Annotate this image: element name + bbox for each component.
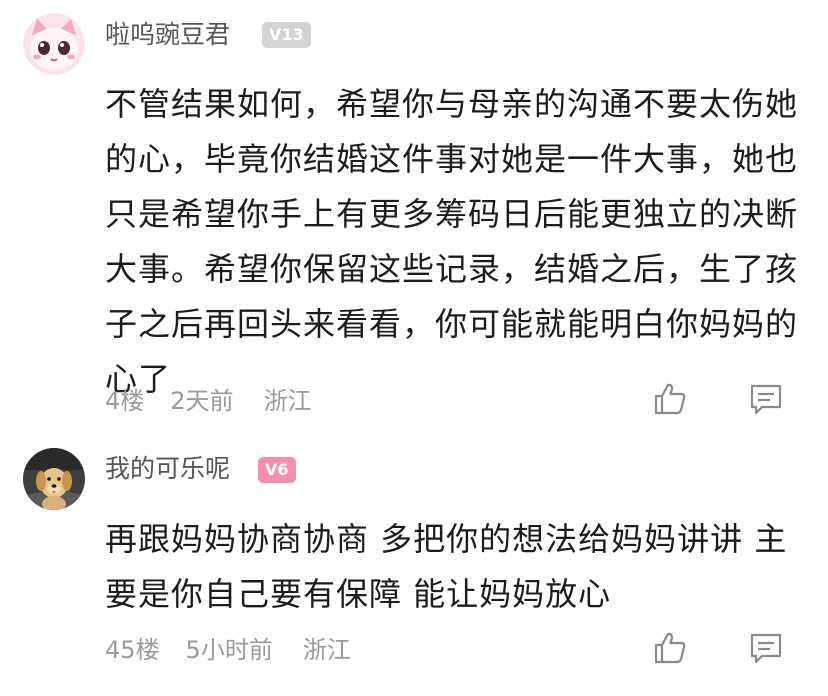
ip-location: 浙江 (263, 387, 312, 415)
thumbs-up-icon (654, 632, 686, 664)
comment-line: 只是希望你手上有更多筹码日后能更独立的决断 (105, 195, 799, 233)
username[interactable]: 我的可乐呢 (105, 454, 230, 484)
like-button[interactable] (652, 381, 688, 417)
comment-line: 大事。希望你保留这些记录，结婚之后，生了孩 (105, 250, 799, 288)
floor-number: 45楼 (105, 636, 160, 664)
reply-button[interactable] (748, 381, 784, 417)
comment-line: 不管结果如何，希望你与母亲的沟通不要太伤她 (105, 85, 799, 123)
comment-meta: 4楼 2天前 浙江 (105, 386, 342, 416)
avatar[interactable] (23, 448, 85, 510)
level-badge: V13 (262, 22, 311, 48)
reply-button[interactable] (748, 630, 784, 666)
ip-location: 浙江 (302, 636, 351, 664)
thumbs-up-icon (654, 383, 686, 415)
post-time: 5小时前 (185, 636, 273, 664)
level-badge: V6 (258, 457, 296, 483)
comment-item: 啦呜豌豆君 V13 不管结果如何，希望你与母亲的沟通不要太伤她 的心，毕竟你结婚… (0, 0, 828, 430)
comment-item: 我的可乐呢 V6 再跟妈妈协商协商 多把你的想法给妈妈讲讲 主 要是你自己要有保… (0, 430, 828, 696)
comment-line: 要是你自己要有保障 能让妈妈放心 (105, 575, 612, 613)
post-time: 2天前 (170, 387, 234, 415)
pink-cartoon-avatar-icon (23, 13, 85, 75)
comment-line: 的心，毕竟你结婚这件事对她是一件大事，她也 (105, 140, 799, 178)
comment-content: 再跟妈妈协商协商 多把你的想法给妈妈讲讲 主 要是你自己要有保障 能让妈妈放心 (105, 512, 810, 622)
comment-meta: 45楼 5小时前 浙江 (105, 635, 381, 665)
comment-line: 子之后再回头来看看，你可能就能明白你妈妈的 (105, 305, 799, 343)
puppy-photo-avatar-icon (23, 448, 85, 510)
comment-bubble-icon (750, 384, 782, 415)
comment-line: 再跟妈妈协商协商 多把你的想法给妈妈讲讲 主 (105, 520, 788, 558)
username[interactable]: 啦呜豌豆君 (105, 20, 230, 50)
comment-bubble-icon (750, 633, 782, 664)
avatar[interactable] (23, 13, 85, 75)
like-button[interactable] (652, 630, 688, 666)
floor-number: 4楼 (105, 387, 145, 415)
comment-content: 不管结果如何，希望你与母亲的沟通不要太伤她 的心，毕竟你结婚这件事对她是一件大事… (105, 77, 810, 407)
